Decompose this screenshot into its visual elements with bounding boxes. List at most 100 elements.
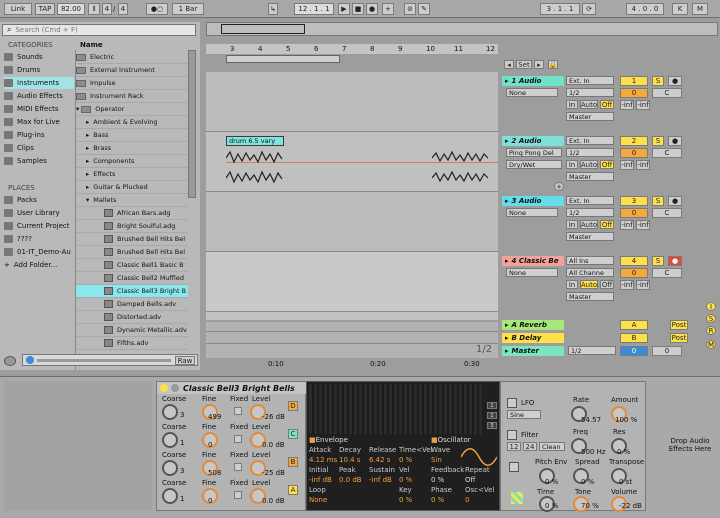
return-b-post[interactable]: Post (670, 333, 688, 343)
oscvel-value[interactable]: 0 (465, 496, 469, 504)
volume-field[interactable]: 0 (620, 208, 648, 218)
midi-map-icon[interactable]: M (692, 3, 708, 15)
return-lane-b[interactable] (206, 334, 498, 344)
lock-icon[interactable]: 🔒 (548, 60, 558, 69)
list-item[interactable]: Bright Soulful.adg (76, 220, 188, 233)
master-volume[interactable]: 0 (620, 346, 648, 356)
oscillator-tab[interactable]: ■Oscillator (431, 436, 471, 444)
fixed-toggle[interactable] (234, 435, 242, 443)
phase-value[interactable]: 0 % (431, 496, 444, 504)
track-lane-1[interactable] (206, 72, 498, 132)
track-activator[interactable]: 4 (620, 256, 648, 266)
coarse-knob[interactable] (162, 460, 178, 476)
category-drums[interactable]: Drums (4, 64, 74, 76)
list-item[interactable]: ▾ Mallets (76, 194, 188, 207)
monitor-off[interactable]: Off (600, 100, 614, 109)
list-item[interactable]: Distorted.adv (76, 311, 188, 324)
pan-field[interactable]: C (652, 268, 682, 278)
parameter-select[interactable]: Dry/Wet (506, 160, 562, 169)
loop-brace[interactable] (226, 55, 340, 63)
song-position[interactable]: 12 . 1 . 1 (294, 3, 334, 15)
list-item[interactable]: Classic Bell2 Muffled (76, 272, 188, 285)
forward-icon[interactable]: ▸ (534, 60, 544, 69)
search-input[interactable]: Search (Cmd + F) (15, 26, 77, 34)
track-activator[interactable]: 1 (620, 76, 648, 86)
arm-icon[interactable]: ● (668, 256, 682, 266)
link-button[interactable]: Link (4, 3, 32, 15)
tap-button[interactable]: TAP (35, 3, 55, 15)
fold-icon[interactable]: ▸ (505, 77, 509, 85)
key-value[interactable]: 0 % (399, 496, 412, 504)
monitor-off[interactable]: Off (600, 280, 614, 289)
pan-field[interactable]: C (652, 88, 682, 98)
master-lane[interactable] (206, 346, 498, 356)
list-item[interactable]: Brushed Bell Hits Bel (76, 233, 188, 246)
beat-ruler[interactable]: 3 4 5 6 7 8 9 10 11 12 (206, 44, 498, 54)
master-header[interactable]: ▸ Master (502, 346, 564, 356)
list-item[interactable]: ▸ Components (76, 155, 188, 168)
release-value[interactable]: 6.42 s (369, 456, 390, 464)
category-samples[interactable]: Samples (4, 155, 74, 167)
zoom-2-button[interactable]: 2 (487, 412, 497, 419)
repeat-value[interactable]: Off (465, 476, 475, 484)
automation-arm-icon[interactable]: ⊘ (404, 3, 416, 15)
return-header-a[interactable]: ▸ A Reverb (502, 320, 564, 330)
device-fold-icon[interactable] (171, 384, 179, 392)
mixer-toggle-icon[interactable]: M (706, 340, 716, 349)
list-item[interactable]: ▸ Brass (76, 142, 188, 155)
list-item[interactable]: Impulse (76, 77, 188, 90)
input-channel-select[interactable]: All Channe (566, 268, 614, 277)
track-lane-2[interactable]: drum 6.5 vary (206, 132, 498, 192)
initial-value[interactable]: -inf dB (309, 476, 332, 484)
list-item-selected[interactable]: Classic Bell3 Bright B (76, 285, 188, 298)
coarse-knob[interactable] (162, 404, 178, 420)
envelope-tab[interactable]: ■Envelope (309, 436, 348, 444)
zoom-3-button[interactable]: 3 (487, 422, 497, 429)
volume-field[interactable]: 0 (620, 148, 648, 158)
input-type-select[interactable]: Ext. In (566, 196, 614, 205)
feedback-value[interactable]: 0 % (431, 476, 444, 484)
overdub-icon[interactable]: + (382, 3, 394, 15)
track-activator[interactable]: 3 (620, 196, 648, 206)
track-activator[interactable]: 2 (620, 136, 648, 146)
volume-field[interactable]: 0 (620, 268, 648, 278)
filter-mode-select[interactable]: Clean (539, 442, 565, 451)
list-item[interactable]: External Instrument (76, 64, 188, 77)
category-max-for-live[interactable]: Max for Live (4, 116, 74, 128)
operator-b-button[interactable]: B (288, 457, 298, 467)
sig-numerator[interactable]: 4 (102, 3, 112, 15)
fold-icon[interactable]: ▸ (505, 257, 509, 265)
vel-value[interactable]: 0 % (399, 476, 412, 484)
drop-audio-effects-zone[interactable]: Drop Audio Effects Here (664, 437, 716, 453)
io-toggle-icon[interactable]: I (706, 302, 716, 311)
returns-toggle-icon[interactable]: R (706, 326, 716, 335)
list-item[interactable]: Brushed Bell Hits Bel (76, 246, 188, 259)
track-header-2[interactable]: ▸ 2 Audio (502, 136, 564, 146)
fold-icon[interactable]: ▸ (505, 347, 509, 355)
list-item[interactable]: ▸ Ambient & Evolving (76, 116, 188, 129)
preview-bar[interactable]: Raw (22, 354, 198, 366)
monitor-auto[interactable]: Auto (580, 160, 598, 169)
envelope-display[interactable]: 1 2 3 ■Envelope ■Oscillator Attack Decay… (306, 381, 500, 511)
category-plugins[interactable]: Plug-ins (4, 129, 74, 141)
timevel-value[interactable]: 0 % (399, 456, 412, 464)
device-select[interactable]: Ping Pong Del (506, 148, 562, 157)
sig-denominator[interactable]: 4 (118, 3, 128, 15)
fold-icon[interactable]: ▸ (505, 197, 509, 205)
slope-12-button[interactable]: 12 (507, 442, 521, 451)
list-item[interactable]: African Bars.adg (76, 207, 188, 220)
return-lane-a[interactable] (206, 322, 498, 332)
return-b-activator[interactable]: B (620, 333, 648, 343)
monitor-in[interactable]: In (566, 160, 578, 169)
input-channel-select[interactable]: 1/2 (566, 88, 614, 97)
list-item[interactable]: ▾ Operator (76, 103, 188, 116)
track-lane-3[interactable] (206, 192, 498, 252)
input-type-select[interactable]: All Ins (566, 256, 614, 265)
lfo-toggle[interactable] (507, 398, 517, 408)
raw-button[interactable]: Raw (175, 356, 195, 365)
monitor-auto[interactable]: Auto (580, 100, 598, 109)
play-icon[interactable]: ▶ (338, 3, 350, 15)
track-header-4[interactable]: ▸ 4 Classic Be (502, 256, 564, 266)
loop-value[interactable]: None (309, 496, 327, 504)
master-pan[interactable]: 0 (652, 346, 682, 356)
